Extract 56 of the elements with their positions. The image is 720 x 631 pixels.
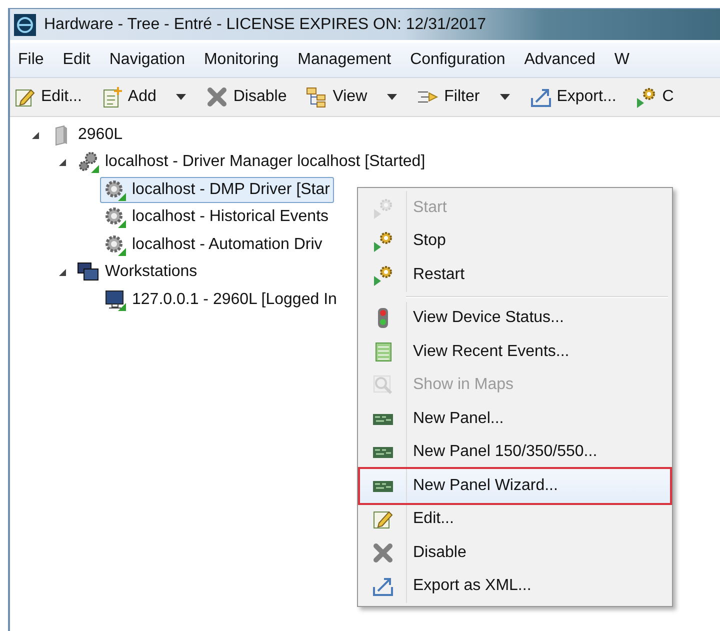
context-menu-item[interactable]: Restart [360, 258, 670, 292]
expanded-arrow-icon[interactable] [30, 130, 40, 140]
gear-icon [104, 178, 126, 201]
dropdown-caret-icon[interactable] [386, 93, 398, 101]
menu-item[interactable]: Navigation [109, 51, 185, 69]
tree-item[interactable]: localhost - DMP Driver [Star [100, 176, 334, 203]
context-menu-item[interactable]: Export as XML... [360, 570, 670, 603]
menu-item[interactable]: Configuration [410, 51, 506, 69]
toolbar-button[interactable]: Filter [415, 84, 513, 110]
toolbar-button[interactable]: Export... [528, 84, 618, 110]
context-menu-item[interactable]: View Device Status... [360, 302, 670, 335]
app-logo-icon [14, 14, 36, 36]
tree-item[interactable]: localhost - Historical Events [100, 204, 333, 230]
toolbar-button[interactable]: View [304, 84, 400, 110]
play-gear-icon [372, 196, 394, 219]
export-icon [530, 86, 552, 108]
toolbar-button[interactable]: Add [98, 84, 190, 110]
gear-icon [104, 206, 126, 228]
tree-item[interactable]: localhost - Automation Driv [100, 232, 326, 258]
context-menu-item[interactable]: New Panel Wizard... [360, 469, 670, 502]
menu-item[interactable]: Monitoring [204, 51, 279, 69]
magnifier-icon [372, 374, 394, 396]
expanded-arrow-icon[interactable] [57, 157, 67, 168]
context-menu-item[interactable]: New Panel... [360, 402, 670, 436]
monitor-icon [104, 288, 126, 311]
export-icon [372, 575, 394, 598]
toolbar-button[interactable]: Edit... [12, 84, 84, 110]
menu-item[interactable]: Edit [62, 51, 90, 69]
play-gear-icon [372, 264, 394, 286]
gear-icon [104, 234, 126, 256]
tree-item[interactable]: Workstations [73, 259, 202, 286]
disable-icon [206, 86, 228, 108]
tree-view-icon [306, 86, 328, 108]
monitors-icon [77, 261, 99, 284]
dropdown-caret-icon[interactable] [175, 93, 188, 101]
menu-item[interactable]: W [614, 51, 630, 69]
menu-item[interactable]: File [18, 51, 44, 69]
disable-icon [372, 542, 394, 564]
context-menu-item[interactable]: Disable [360, 536, 670, 570]
window-title: Hardware - Tree - Entré - LICENSE EXPIRES ON: 12/31/2017 [44, 16, 486, 34]
tree-item[interactable]: 127.0.0.1 - 2960L [Logged In [100, 286, 341, 313]
menu-item[interactable]: Advanced [524, 51, 596, 69]
context-menu-item[interactable]: View Recent Events... [360, 335, 670, 368]
play-gear-icon [635, 86, 658, 108]
toolbar-button[interactable]: Disable [204, 84, 289, 110]
menu-item[interactable]: Management [298, 51, 392, 69]
tree-item[interactable]: 2960L [46, 122, 126, 148]
context-menu-item[interactable]: Edit... [360, 502, 670, 536]
context-menu-item[interactable]: Stop [360, 224, 670, 258]
add-icon [100, 86, 123, 108]
expanded-arrow-icon[interactable] [57, 267, 67, 278]
play-gear-icon [372, 230, 394, 252]
toolbar-button[interactable]: C [633, 84, 676, 110]
tree-item[interactable]: localhost - Driver Manager localhost [Started] [73, 149, 430, 176]
gears-icon [77, 151, 99, 174]
dropdown-caret-icon[interactable] [498, 93, 511, 101]
